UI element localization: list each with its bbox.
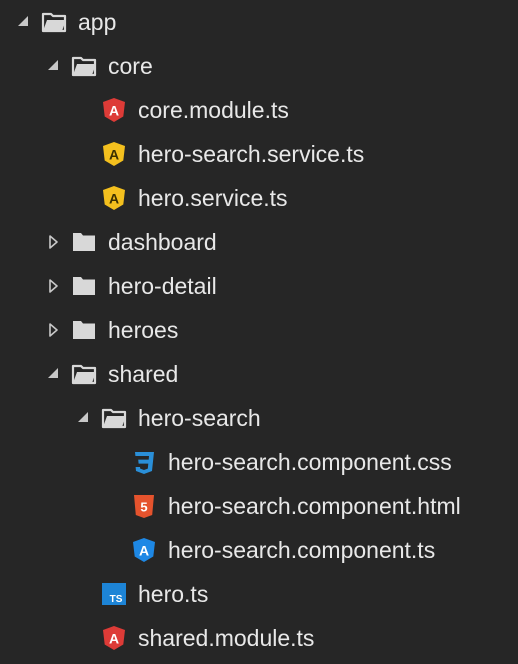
file-row-hero-search-component-ts[interactable]: Ahero-search.component.ts: [0, 528, 518, 572]
folder-label: shared: [108, 361, 179, 387]
angular-module-icon: A: [100, 96, 128, 124]
file-row-hero-search-component-css[interactable]: hero-search.component.css: [0, 440, 518, 484]
chevron-right-icon[interactable]: [46, 234, 60, 250]
folder-open-icon: [70, 360, 98, 388]
chevron-down-icon[interactable]: [46, 366, 60, 382]
folder-row-heroes[interactable]: heroes: [0, 308, 518, 352]
svg-text:TS: TS: [110, 594, 123, 605]
chevron-down-icon[interactable]: [46, 58, 60, 74]
folder-label: hero-search: [138, 405, 261, 431]
folder-label: heroes: [108, 317, 179, 343]
folder-closed-icon: [70, 272, 98, 300]
folder-row-dashboard[interactable]: dashboard: [0, 220, 518, 264]
css3-icon: [130, 448, 158, 476]
folder-open-icon: [70, 52, 98, 80]
folder-row-hero-detail[interactable]: hero-detail: [0, 264, 518, 308]
file-row-hero-ts[interactable]: TS hero.ts: [0, 572, 518, 616]
file-row-shared-module-ts[interactable]: Ashared.module.ts: [0, 616, 518, 660]
folder-label: app: [78, 9, 117, 35]
angular-component-icon: A: [130, 536, 158, 564]
file-label: hero.service.ts: [138, 185, 288, 211]
file-row-hero-service-ts[interactable]: Ahero.service.ts: [0, 176, 518, 220]
folder-row-shared[interactable]: shared: [0, 352, 518, 396]
folder-row-app[interactable]: app: [0, 0, 518, 44]
folder-open-icon: [100, 404, 128, 432]
html5-icon: 5: [130, 492, 158, 520]
folder-label: dashboard: [108, 229, 217, 255]
file-label: hero-search.component.css: [168, 449, 452, 475]
svg-text:A: A: [109, 191, 119, 207]
folder-closed-icon: [70, 316, 98, 344]
folder-open-icon: [40, 8, 68, 36]
chevron-right-icon[interactable]: [46, 322, 60, 338]
file-label: hero-search.component.ts: [168, 537, 436, 563]
folder-label: hero-detail: [108, 273, 217, 299]
file-row-hero-search-component-html[interactable]: 5 hero-search.component.html: [0, 484, 518, 528]
svg-text:A: A: [109, 147, 119, 163]
angular-service-icon: A: [100, 140, 128, 168]
file-label: hero.ts: [138, 581, 209, 607]
angular-service-icon: A: [100, 184, 128, 212]
file-label: core.module.ts: [138, 97, 289, 123]
file-row-hero-search-service-ts[interactable]: Ahero-search.service.ts: [0, 132, 518, 176]
file-explorer-tree: app core Acore.module.ts Ahero-search.servi…: [0, 0, 518, 664]
angular-module-icon: A: [100, 624, 128, 652]
chevron-down-icon[interactable]: [76, 410, 90, 426]
file-row-core-module-ts[interactable]: Acore.module.ts: [0, 88, 518, 132]
svg-text:5: 5: [140, 500, 147, 515]
typescript-icon: TS: [100, 580, 128, 608]
svg-text:A: A: [109, 103, 119, 119]
svg-text:A: A: [109, 631, 119, 647]
file-label: hero-search.component.html: [168, 493, 461, 519]
svg-text:A: A: [139, 543, 149, 559]
folder-row-hero-search[interactable]: hero-search: [0, 396, 518, 440]
chevron-right-icon[interactable]: [46, 278, 60, 294]
file-label: hero-search.service.ts: [138, 141, 365, 167]
chevron-down-icon[interactable]: [16, 14, 30, 30]
folder-row-core[interactable]: core: [0, 44, 518, 88]
folder-label: core: [108, 53, 153, 79]
file-label: shared.module.ts: [138, 625, 315, 651]
folder-closed-icon: [70, 228, 98, 256]
